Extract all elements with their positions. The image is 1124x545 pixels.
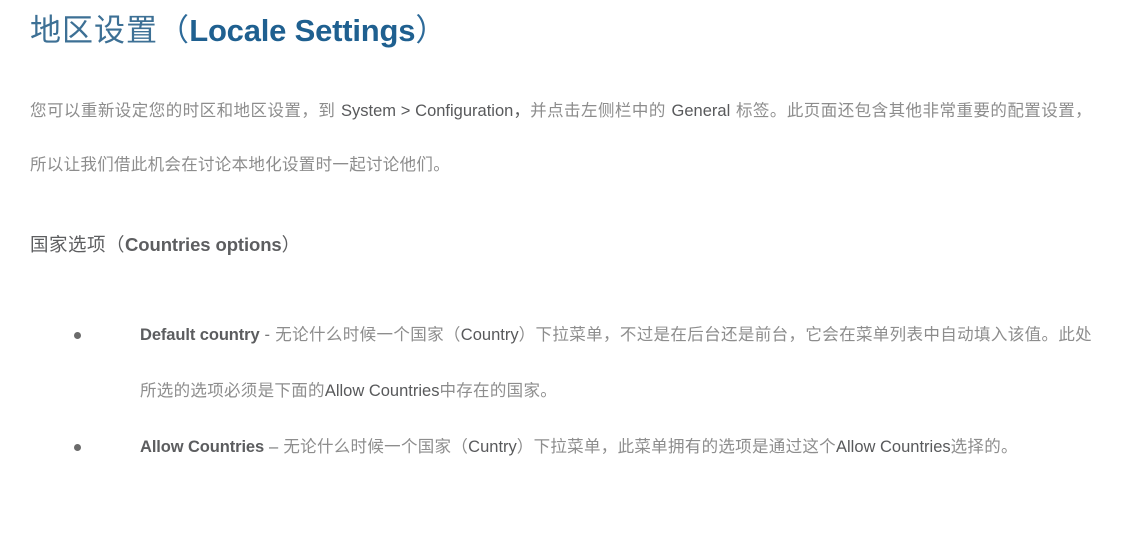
section-heading-paren-close: ） <box>281 235 301 256</box>
countries-options-list: Default country - 无论什么时候一个国家（Country）下拉菜… <box>30 260 1094 475</box>
intro-paragraph: 您可以重新设定您的时区和地区设置，到 System > Configuratio… <box>30 53 1092 191</box>
list-item-text-part1: 无论什么时候一个国家（ <box>275 325 461 344</box>
section-heading-paren-open: （ <box>106 235 126 256</box>
page-title-english: Locale Settings <box>189 13 416 48</box>
page-title-chinese: 地区设置 <box>30 13 158 49</box>
list-item-text-part2: ）下拉菜单，此菜单拥有的选项是通过这个 <box>516 437 836 456</box>
section-heading-chinese: 国家选项 <box>30 235 107 256</box>
list-item-latin-cuntry: Cuntry <box>468 438 517 456</box>
list-item-latin-allow-countries: Allow Countries <box>324 382 440 400</box>
bullet-dot-icon <box>74 444 81 451</box>
document-page: 地区设置（Locale Settings） 您可以重新设定您的时区和地区设置，到… <box>0 0 1124 545</box>
highlighted-path-system-configuration: System > Configuration， <box>341 102 531 122</box>
section-heading-countries-options: 国家选项（Countries options） <box>30 191 1094 260</box>
page-title-paren-close: ） <box>415 13 447 49</box>
intro-text-part2: 并点击左侧栏中的 <box>530 101 672 120</box>
list-item-text-part3: 中存在的国家。 <box>439 381 558 400</box>
section-heading-english: Countries options <box>125 234 282 255</box>
list-item-term: Allow Countries <box>140 438 265 458</box>
list-item-latin-country: Country <box>460 326 519 344</box>
page-title: 地区设置（Locale Settings） <box>30 0 1094 53</box>
list-item-text-part3: 选择的。 <box>950 437 1018 456</box>
list-item: Default country - 无论什么时候一个国家（Country）下拉菜… <box>30 307 1092 419</box>
intro-latin-general: General <box>671 102 731 120</box>
page-title-paren-open: （ <box>158 13 190 49</box>
bullet-dot-icon <box>74 332 81 339</box>
list-item-term: Default country <box>140 326 260 346</box>
list-item: Allow Countries – 无论什么时候一个国家（Cuntry）下拉菜单… <box>30 419 1092 475</box>
list-item-latin-allow-countries: Allow Countries <box>835 438 951 456</box>
list-item-text-part1: 无论什么时候一个国家（ <box>283 437 469 456</box>
intro-text-part1: 您可以重新设定您的时区和地区设置，到 <box>30 101 342 120</box>
